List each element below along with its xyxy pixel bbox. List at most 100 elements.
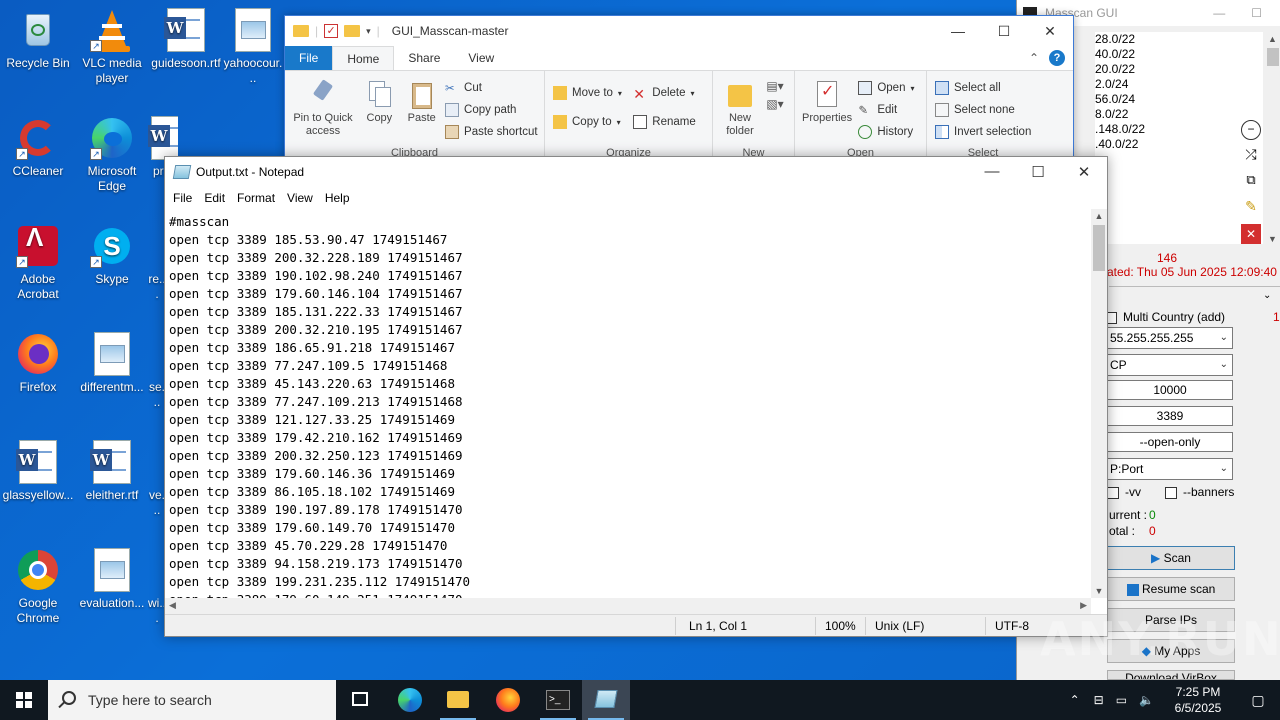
desktop-icon-glassyellow[interactable]: W glassyellow... xyxy=(0,440,76,503)
ip-range-item[interactable]: 56.0/24 xyxy=(1095,92,1263,107)
multi-country-checkbox[interactable]: Multi Country (add) xyxy=(1105,310,1225,324)
chevron-down-icon[interactable]: ▾ xyxy=(366,26,371,37)
taskbar-notepad[interactable] xyxy=(582,680,630,720)
tab-view[interactable]: View xyxy=(454,46,508,70)
extra-args-input[interactable]: --open-only xyxy=(1107,432,1233,452)
taskbar-clock[interactable]: 7:25 PM 6/5/2025 xyxy=(1160,684,1236,716)
chevron-up-icon[interactable]: ⌃ xyxy=(1062,693,1088,707)
scroll-left-icon[interactable]: ◀ xyxy=(169,600,176,611)
scroll-down-icon[interactable]: ▼ xyxy=(1091,586,1107,596)
close-button[interactable]: ✕ xyxy=(1027,23,1073,40)
start-button[interactable] xyxy=(0,680,48,720)
ip-range-item[interactable]: 20.0/22 xyxy=(1095,62,1263,77)
move-to-button[interactable]: Move to ▾ xyxy=(553,77,622,109)
delete-icon[interactable]: ✕ xyxy=(1241,224,1261,244)
invert-selection-button[interactable]: Invert selection xyxy=(935,121,1031,143)
collapse-chevron-icon[interactable]: ⌄ xyxy=(1263,290,1271,301)
properties-check-icon[interactable]: ✓ xyxy=(324,24,339,38)
vertical-scrollbar[interactable]: ▲ ▼ xyxy=(1091,209,1107,598)
download-button[interactable]: Download VirBox xyxy=(1107,670,1235,680)
tab-file[interactable]: File xyxy=(285,46,333,70)
ip-range-item[interactable]: 28.0/22 xyxy=(1095,32,1263,47)
desktop-icon-skype[interactable]: S ↗ Skype xyxy=(74,224,150,287)
protocol-select[interactable]: CP ⌄ xyxy=(1107,354,1233,376)
menu-format[interactable]: Format xyxy=(231,191,281,205)
netmask-select[interactable]: 55.255.255.255 ⌄ xyxy=(1107,327,1233,349)
desktop-icon-acrobat[interactable]: Ʌ ↗ Adobe Acrobat xyxy=(0,224,76,302)
scroll-right-icon[interactable]: ▶ xyxy=(1080,600,1087,611)
new-item-icon[interactable]: ▤▾ xyxy=(766,79,788,97)
paste-shortcut-button[interactable]: Paste shortcut xyxy=(445,121,538,143)
cut-button[interactable]: ✂ Cut xyxy=(445,77,538,99)
menu-file[interactable]: File xyxy=(167,191,198,205)
desktop-icon-vlc[interactable]: ↗ VLC media player xyxy=(74,8,150,86)
edit-button[interactable]: ✎ Edit xyxy=(858,99,914,121)
vv-checkbox[interactable]: -vv xyxy=(1107,485,1141,499)
desktop-icon-chrome[interactable]: Google Chrome xyxy=(0,548,76,626)
desktop-icon-edge[interactable]: ↗ Microsoft Edge xyxy=(74,116,150,194)
scan-button[interactable]: ▶ Scan xyxy=(1107,546,1235,570)
port-input[interactable]: 3389 xyxy=(1107,406,1233,426)
scroll-up-icon[interactable]: ▲ xyxy=(1091,211,1107,221)
desktop-icon-eleither[interactable]: W eleither.rtf xyxy=(74,440,150,503)
menu-edit[interactable]: Edit xyxy=(198,191,231,205)
display-icon[interactable]: ▭ xyxy=(1110,693,1133,707)
select-none-button[interactable]: Select none xyxy=(935,99,1031,121)
taskbar-file-explorer[interactable] xyxy=(434,680,482,720)
desktop-icon-differentm[interactable]: differentm... xyxy=(74,332,150,395)
help-icon[interactable]: ? xyxy=(1049,50,1065,66)
ip-range-item[interactable] xyxy=(1095,152,1263,167)
copy-to-button[interactable]: Copy to ▾ xyxy=(553,109,622,135)
ip-range-item[interactable] xyxy=(1095,182,1263,197)
taskbar-firefox[interactable] xyxy=(484,680,532,720)
scroll-thumb[interactable] xyxy=(1093,225,1105,271)
taskbar-search-box[interactable]: Type here to search xyxy=(48,680,336,720)
delete-button[interactable]: ✕ Delete ▾ xyxy=(633,77,695,109)
ip-range-item[interactable]: .148.0/22 xyxy=(1095,122,1263,137)
minimize-button[interactable]: — xyxy=(1213,6,1225,20)
new-folder-button[interactable]: New folder xyxy=(717,75,763,140)
desktop-icon-guidesoon[interactable]: W guidesoon.rtf xyxy=(148,8,224,71)
open-button[interactable]: Open ▾ xyxy=(858,77,915,99)
minimize-button[interactable]: — xyxy=(935,23,981,40)
copy-path-button[interactable]: Copy path xyxy=(445,99,538,121)
close-button[interactable]: ✕ xyxy=(1061,163,1107,181)
minimize-button[interactable]: — xyxy=(969,163,1015,181)
shuffle-icon[interactable]: ⤮ xyxy=(1241,146,1261,166)
properties-button[interactable]: ✓ Properties xyxy=(799,75,855,127)
menu-view[interactable]: View xyxy=(281,191,319,205)
ip-range-item[interactable]: 22 xyxy=(1095,212,1263,227)
rate-input[interactable]: 10000 xyxy=(1107,380,1233,400)
ip-range-item[interactable]: 22 xyxy=(1095,197,1263,212)
desktop-icon-evaluation[interactable]: evaluation... xyxy=(74,548,150,611)
clean-icon[interactable]: ✎ xyxy=(1241,198,1261,218)
desktop-icon-ccleaner[interactable]: ↗ CCleaner xyxy=(0,116,76,179)
menu-help[interactable]: Help xyxy=(319,191,356,205)
remove-icon[interactable]: − xyxy=(1241,120,1261,140)
notepad-text-area[interactable]: #masscan open tcp 3389 185.53.90.47 17491… xyxy=(165,209,1091,598)
chevron-up-icon[interactable]: ⌃ xyxy=(1029,51,1039,65)
maximize-button[interactable]: ☐ xyxy=(981,23,1027,40)
banners-checkbox[interactable]: --banners xyxy=(1165,485,1234,499)
paste-button[interactable]: Paste xyxy=(402,75,442,127)
task-view-button[interactable] xyxy=(336,680,384,720)
resume-scan-button[interactable]: Resume scan xyxy=(1107,577,1235,601)
easy-access-icon[interactable]: ▧▾ xyxy=(766,97,788,115)
taskbar-terminal[interactable]: >_ xyxy=(534,680,582,720)
desktop-icon-recycle-bin[interactable]: Recycle Bin xyxy=(0,8,76,71)
history-button[interactable]: History xyxy=(858,121,914,143)
volume-icon[interactable]: 🔈 xyxy=(1133,693,1160,707)
ip-range-item[interactable]: 8.0/22 xyxy=(1095,107,1263,122)
notification-icon[interactable]: ▢ xyxy=(1236,692,1280,709)
select-all-button[interactable]: Select all xyxy=(935,77,1031,99)
pin-quick-access-button[interactable]: Pin to Quick access xyxy=(289,75,357,140)
desktop-icon-yahoocour[interactable]: yahoocour... xyxy=(222,8,284,86)
ip-range-item[interactable]: .40.0/22 xyxy=(1095,137,1263,152)
rename-button[interactable]: Rename xyxy=(633,109,696,135)
ip-range-item[interactable]: 2.0/24 xyxy=(1095,77,1263,92)
ip-list-scrollbar[interactable]: ▲ ▼ xyxy=(1265,32,1280,246)
maximize-button[interactable]: ☐ xyxy=(1015,163,1061,181)
horizontal-scrollbar[interactable]: ◀ ▶ xyxy=(165,598,1091,614)
tab-home[interactable]: Home xyxy=(332,46,395,70)
tab-share[interactable]: Share xyxy=(394,46,454,70)
